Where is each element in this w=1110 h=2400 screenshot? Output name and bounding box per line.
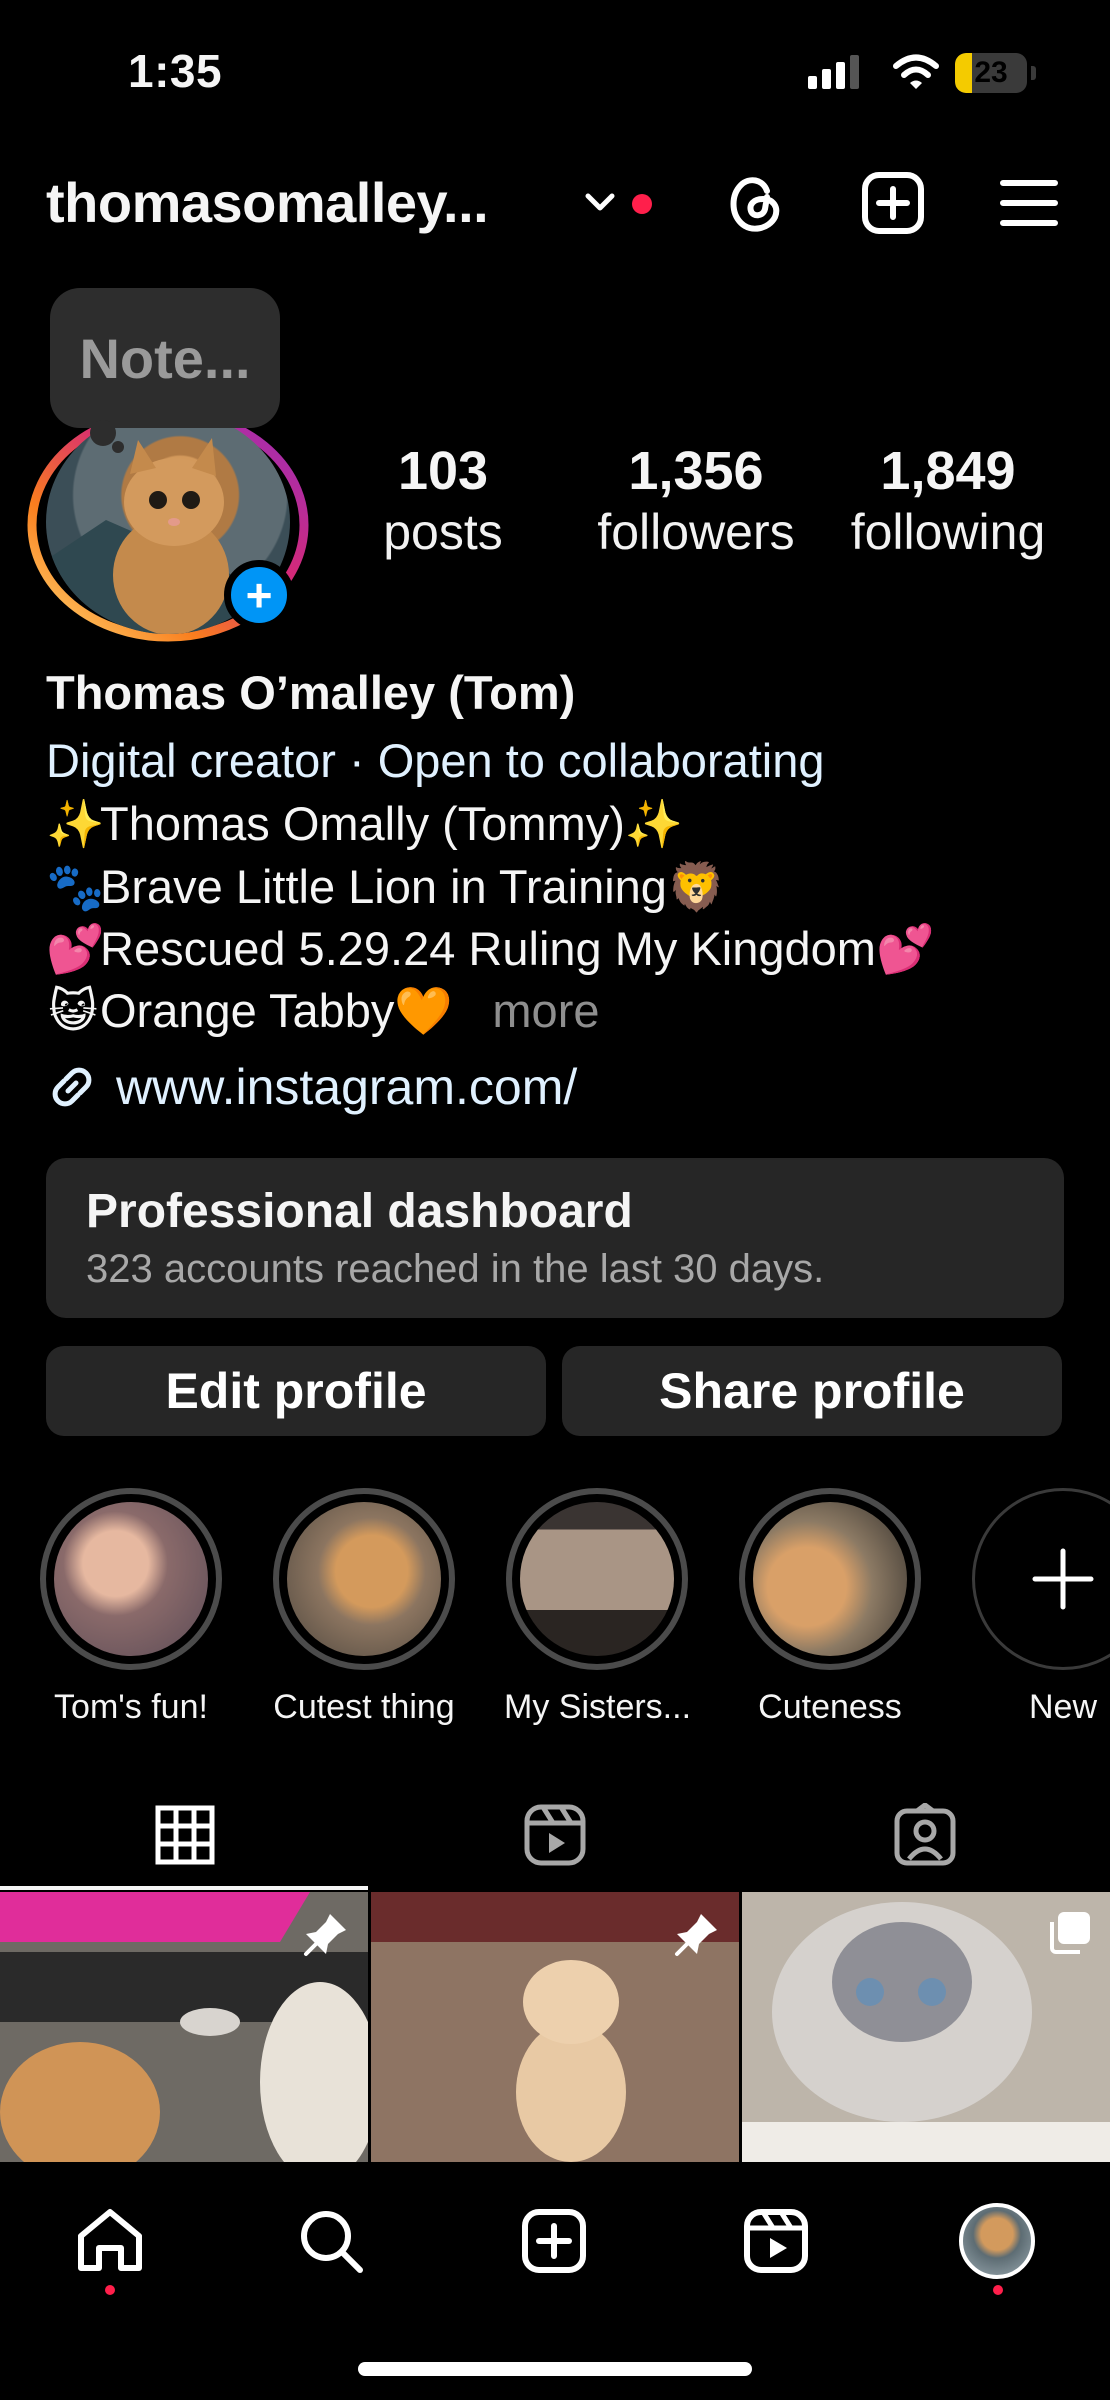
two-hearts-emoji: 💕 <box>875 922 935 975</box>
nav-profile[interactable] <box>952 2196 1042 2286</box>
following-count-label: following <box>850 504 1046 560</box>
bio-line-text: Orange Tabby <box>100 984 395 1037</box>
create-icon[interactable] <box>856 166 930 240</box>
battery-icon: 23 <box>955 53 1027 93</box>
cellular-signal-icon <box>808 55 859 89</box>
nav-search[interactable] <box>286 2196 376 2286</box>
bio-line: ✨Thomas Omally (Tommy)✨ <box>46 793 684 855</box>
post-siamese-cat[interactable] <box>742 1892 1110 2162</box>
bio-more-link[interactable]: more <box>492 984 599 1037</box>
home-indicator <box>358 2362 752 2376</box>
menu-icon[interactable] <box>992 166 1066 240</box>
tab-posts-grid[interactable] <box>0 1785 370 1885</box>
search-icon <box>301 2211 363 2273</box>
followers-count[interactable]: 1,356 followers <box>586 440 806 562</box>
highlight-label: Cuteness <box>758 1688 902 1726</box>
plus-icon <box>972 1488 1110 1670</box>
professional-dashboard[interactable]: Professional dashboard 323 accounts reac… <box>46 1158 1064 1318</box>
new-highlight-button[interactable]: New <box>970 1488 1110 1727</box>
home-icon <box>78 2209 142 2271</box>
carousel-icon <box>1050 1912 1090 1954</box>
posts-count-label: posts <box>383 504 503 560</box>
active-tab-indicator <box>0 1886 368 1890</box>
followers-count-label: followers <box>597 504 795 560</box>
following-count[interactable]: 1,849 following <box>838 440 1058 562</box>
followers-count-value: 1,356 <box>628 441 764 501</box>
note-bubble[interactable]: Note... <box>50 288 280 428</box>
sparkles-emoji: ✨ <box>624 797 684 850</box>
link-icon <box>52 1067 92 1107</box>
highlight-cover <box>40 1488 222 1670</box>
bio-line: 💕Rescued 5.29.24 Ruling My Kingdom💕 <box>46 918 935 980</box>
note-bubble-tail <box>90 420 116 446</box>
dashboard-title: Professional dashboard <box>86 1185 633 1238</box>
bio-line-text: Thomas Omally (Tommy) <box>100 797 625 850</box>
share-profile-button[interactable]: Share profile <box>562 1346 1062 1436</box>
highlight-item[interactable]: My Sisters... <box>504 1488 692 1727</box>
bio-line-text: Brave Little Lion in Training <box>100 860 667 913</box>
profile-display-name: Thomas O’malley (Tom) <box>46 666 576 719</box>
highlight-cover <box>739 1488 921 1670</box>
highlight-label: Tom's fun! <box>54 1688 208 1726</box>
posts-count[interactable]: 103 posts <box>333 440 553 562</box>
tagged-icon <box>894 1803 956 1866</box>
pin-icon <box>675 1914 717 1956</box>
reels-icon <box>744 2209 808 2273</box>
add-story-button[interactable]: + <box>224 560 294 630</box>
sparkles-emoji: ✨ <box>46 797 105 850</box>
cat-emoji: 😺 <box>48 984 98 1037</box>
create-icon <box>522 2209 586 2273</box>
bio-line: 😺Orange Tabby🧡 more <box>46 980 600 1042</box>
highlight-label: Cutest thing <box>273 1688 455 1726</box>
profile-notification-dot <box>993 2285 1003 2295</box>
bio-line-text: Rescued 5.29.24 Ruling My Kingdom <box>100 922 876 975</box>
highlight-item[interactable]: Tom's fun! <box>38 1488 224 1727</box>
highlight-cover <box>273 1488 455 1670</box>
nav-home[interactable] <box>65 2196 155 2286</box>
nav-create[interactable] <box>509 2196 599 2286</box>
tab-tagged[interactable] <box>740 1785 1110 1885</box>
highlight-item[interactable]: Cuteness <box>737 1488 923 1727</box>
note-bubble-tail-dot <box>112 441 124 453</box>
highlight-label: My Sisters... <box>504 1688 692 1726</box>
battery-tip <box>1031 66 1036 80</box>
profile-category[interactable]: Digital creator · Open to collaborating <box>46 730 825 792</box>
profile-avatar <box>959 2203 1035 2279</box>
edit-profile-button[interactable]: Edit profile <box>46 1346 546 1436</box>
pin-icon <box>304 1914 346 1956</box>
following-count-value: 1,849 <box>880 441 1016 501</box>
chevron-down-icon[interactable] <box>584 192 616 214</box>
battery-level: 23 <box>974 56 1008 89</box>
two-hearts-emoji: 💕 <box>46 922 105 975</box>
orange-heart-emoji: 🧡 <box>394 984 453 1037</box>
account-username[interactable]: thomasomalley... <box>46 170 489 235</box>
reels-icon <box>524 1804 586 1866</box>
wifi-icon <box>893 54 939 89</box>
nav-reels[interactable] <box>731 2196 821 2286</box>
home-notification-dot <box>105 2285 115 2295</box>
bio-line: 🐾Brave Little Lion in Training🦁 <box>46 856 726 918</box>
highlight-item[interactable]: Cutest thing <box>271 1488 457 1727</box>
lion-emoji: 🦁 <box>666 860 726 913</box>
grid-icon <box>155 1805 215 1865</box>
bio-link[interactable]: www.instagram.com/ <box>46 1058 577 1116</box>
tab-reels[interactable] <box>370 1785 740 1885</box>
account-notification-dot <box>632 194 652 214</box>
post-kittens-pinned[interactable] <box>0 1892 368 2162</box>
highlight-cover <box>506 1488 688 1670</box>
highlight-label: New <box>1028 1688 1098 1726</box>
post-kitten-floor-pinned[interactable] <box>371 1892 739 2162</box>
status-time: 1:35 <box>128 45 223 97</box>
posts-count-value: 103 <box>397 441 489 501</box>
bio-link-text: www.instagram.com/ <box>116 1059 578 1115</box>
dashboard-subtitle: 323 accounts reached in the last 30 days… <box>86 1247 825 1291</box>
threads-icon[interactable] <box>718 166 792 240</box>
paw-prints-emoji: 🐾 <box>46 860 105 913</box>
